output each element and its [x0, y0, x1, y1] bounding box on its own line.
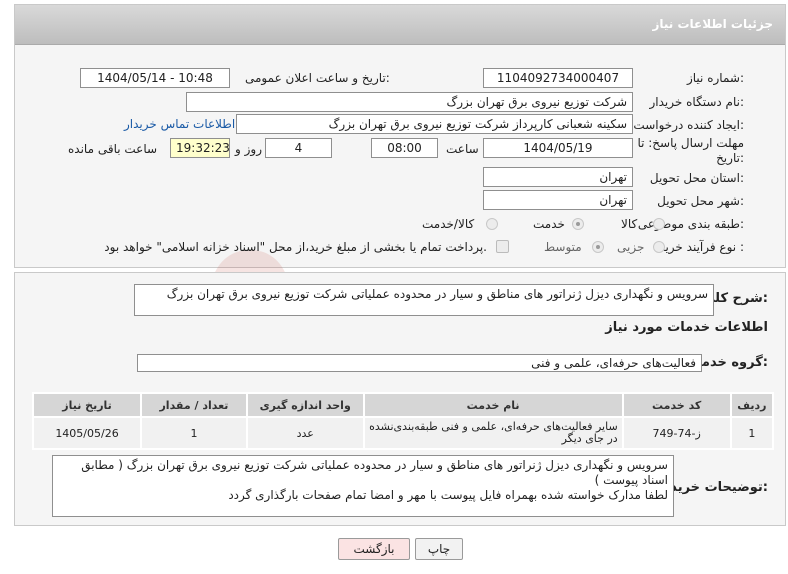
- cell-service-code: ز-74-749: [621, 416, 732, 450]
- purchase-type-label: نوع فرآیند خرید :: [659, 240, 744, 254]
- service-group-field[interactable]: فعالیت‌های حرفه‌ای، علمی و فنی: [137, 354, 702, 372]
- buyer-notes-line-2: لطفا مدارک خواسته شده بهمراه فایل پیوست …: [228, 488, 668, 502]
- deadline-time-label: ساعت: [446, 142, 479, 156]
- deadline-label: مهلت ارسال پاسخ: تا: [637, 136, 744, 150]
- buyer-contact-link[interactable]: اطلاعات تماس خریدار: [124, 117, 235, 131]
- buyer-org-label: نام دستگاه خریدار:: [649, 95, 745, 109]
- cell-unit: عدد: [245, 416, 365, 450]
- city-label: شهر محل تحویل:: [657, 194, 744, 208]
- purchase-radio-minor[interactable]: [653, 241, 665, 253]
- remaining-time-field[interactable]: 19:32:23: [170, 138, 230, 158]
- category-radio-goods[interactable]: [653, 218, 665, 230]
- col-service-name: نام خدمت: [362, 392, 624, 418]
- cell-service-name: سایر فعالیت‌های حرفه‌ای، علمی و فنی طبقه…: [362, 416, 624, 450]
- col-unit: واحد اندازه گیری: [245, 392, 365, 418]
- treasury-note: پرداخت تمام یا بخشی از مبلغ خرید،از محل …: [104, 240, 487, 254]
- cell-quantity: 1: [140, 416, 248, 450]
- category-option-goods-service: کالا/خدمت: [422, 217, 475, 231]
- panel-title: جزئیات اطلاعات نیاز: [652, 17, 773, 31]
- description-field[interactable]: سرویس و نگهداری دیزل ژنراتور های مناطق و…: [134, 284, 714, 316]
- col-quantity: تعداد / مقدار: [140, 392, 248, 418]
- purchase-radio-medium[interactable]: [592, 241, 604, 253]
- category-radio-goods-service[interactable]: [486, 218, 498, 230]
- treasury-checkbox[interactable]: [496, 240, 509, 253]
- table-row: 1 ز-74-749 سایر فعالیت‌های حرفه‌ای، علمی…: [31, 416, 775, 450]
- panel-header: جزئیات اطلاعات نیاز: [15, 5, 785, 45]
- category-option-service: خدمت: [533, 217, 565, 231]
- remaining-time-label: ساعت باقی مانده: [68, 142, 158, 156]
- need-number-field[interactable]: 1104092734000407: [483, 68, 633, 88]
- requester-field[interactable]: سکینه شعبانی کارپرداز شرکت توزیع نیروی ب…: [236, 114, 633, 134]
- cell-row: 1: [729, 416, 775, 450]
- print-button[interactable]: چاپ: [415, 538, 463, 560]
- deadline-time-field[interactable]: 08:00: [371, 138, 438, 158]
- col-service-code: کد خدمت: [621, 392, 732, 418]
- announce-datetime-field[interactable]: 1404/05/14 - 10:48: [80, 68, 230, 88]
- buyer-org-field[interactable]: شرکت توزیع نیروی برق تهران بزرگ: [186, 92, 633, 112]
- province-field[interactable]: تهران: [483, 167, 633, 187]
- category-radio-service[interactable]: [572, 218, 584, 230]
- announce-datetime-label: تاریخ و ساعت اعلان عمومی:: [245, 71, 390, 85]
- back-button[interactable]: بازگشت: [338, 538, 410, 560]
- services-title: اطلاعات خدمات مورد نیاز: [605, 320, 768, 335]
- col-need-date: تاریخ نیاز: [31, 392, 143, 418]
- province-label: استان محل تحویل:: [649, 171, 744, 185]
- table-header-row: ردیف کد خدمت نام خدمت واحد اندازه گیری ت…: [31, 392, 775, 418]
- need-number-label: شماره نیاز:: [686, 71, 744, 85]
- remaining-days-field[interactable]: 4: [265, 138, 332, 158]
- requester-label: ایجاد کننده درخواست:: [633, 118, 744, 132]
- buyer-notes-field[interactable]: سرویس و نگهداری دیزل ژنراتور های مناطق و…: [52, 455, 674, 517]
- deadline-date-field[interactable]: 1404/05/19: [483, 138, 633, 158]
- category-option-goods: کالا: [621, 217, 638, 231]
- deadline-label-date: تاریخ:: [716, 151, 744, 165]
- buyer-notes-line-1: سرویس و نگهداری دیزل ژنراتور های مناطق و…: [81, 458, 668, 487]
- purchase-option-medium: متوسط: [544, 240, 582, 254]
- city-field[interactable]: تهران: [483, 190, 633, 210]
- remaining-days-label: روز و: [235, 142, 262, 156]
- cell-need-date: 1405/05/26: [31, 416, 143, 450]
- col-row: ردیف: [729, 392, 775, 418]
- purchase-option-minor: جزیی: [617, 240, 645, 254]
- buyer-notes-label: توضیحات خریدار:: [658, 480, 768, 495]
- services-table: ردیف کد خدمت نام خدمت واحد اندازه گیری ت…: [31, 392, 775, 450]
